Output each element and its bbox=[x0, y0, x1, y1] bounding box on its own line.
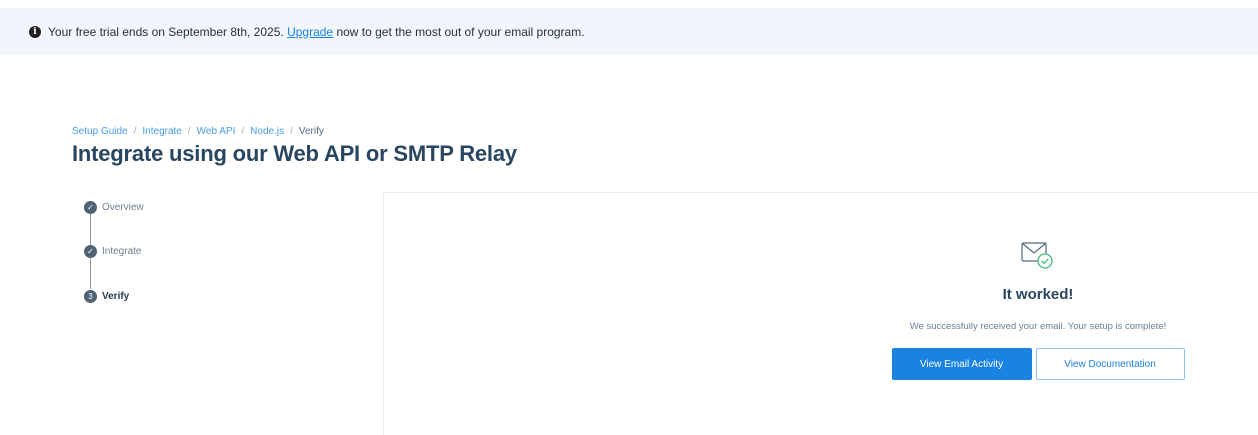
breadcrumb-web-api[interactable]: Web API bbox=[197, 126, 236, 137]
page-title: Integrate using our Web API or SMTP Rela… bbox=[72, 141, 517, 166]
step-label: Overview bbox=[102, 202, 144, 213]
banner-text-after: now to get the most out of your email pr… bbox=[336, 24, 585, 39]
trial-banner: i Your free trial ends on September 8th,… bbox=[0, 8, 1258, 55]
breadcrumb-integrate[interactable]: Integrate bbox=[142, 126, 181, 137]
breadcrumb-separator: / bbox=[187, 126, 191, 137]
success-message: It worked! We successfully received your… bbox=[883, 240, 1193, 380]
action-buttons: View Email Activity View Documentation bbox=[883, 348, 1193, 380]
breadcrumb: Setup Guide / Integrate / Web API / Node… bbox=[72, 126, 324, 137]
step-number-badge: 3 bbox=[84, 290, 97, 303]
breadcrumb-current: Verify bbox=[298, 126, 324, 137]
breadcrumb-separator: / bbox=[133, 126, 137, 137]
success-title: It worked! bbox=[1002, 286, 1074, 303]
info-icon: i bbox=[29, 25, 41, 38]
breadcrumb-separator: / bbox=[241, 126, 245, 137]
step-integrate[interactable]: ✓ Integrate bbox=[84, 245, 141, 258]
view-email-activity-button[interactable]: View Email Activity bbox=[891, 348, 1032, 380]
breadcrumb-separator: / bbox=[290, 126, 293, 137]
check-icon: ✓ bbox=[84, 245, 97, 258]
check-icon: ✓ bbox=[84, 201, 97, 214]
breadcrumb-nodejs[interactable]: Node.js bbox=[250, 126, 284, 137]
step-label: Integrate bbox=[102, 246, 142, 257]
success-text: We successfully received your email. You… bbox=[909, 321, 1167, 332]
step-overview[interactable]: ✓ Overview bbox=[84, 201, 144, 214]
view-documentation-button[interactable]: View Documentation bbox=[1035, 348, 1185, 380]
breadcrumb-setup-guide[interactable]: Setup Guide bbox=[72, 126, 128, 137]
upgrade-link[interactable]: Upgrade bbox=[287, 25, 333, 39]
step-connector bbox=[90, 258, 91, 289]
mail-check-icon bbox=[1021, 242, 1053, 269]
banner-text-before: Your free trial ends on September 8th, 2… bbox=[48, 24, 284, 39]
step-verify[interactable]: 3 Verify bbox=[84, 290, 129, 303]
step-connector bbox=[90, 214, 91, 245]
step-label: Verify bbox=[102, 291, 130, 302]
